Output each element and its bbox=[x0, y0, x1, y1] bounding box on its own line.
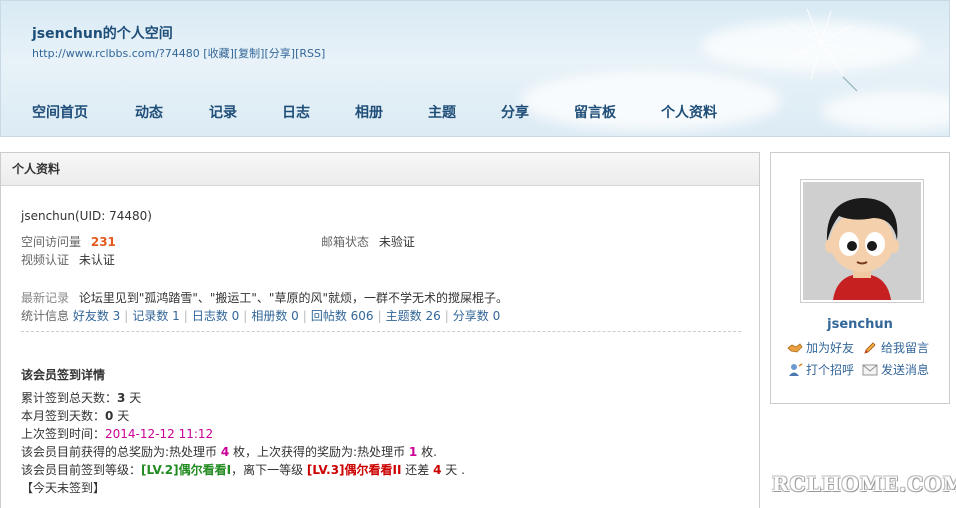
checkin-last-time: 2014-12-12 11:12 bbox=[105, 427, 214, 441]
stat-blogs[interactable]: 日志数 0 bbox=[192, 309, 239, 323]
share-link[interactable]: [分享] bbox=[264, 47, 295, 60]
stat-albums[interactable]: 相册数 0 bbox=[251, 309, 298, 323]
username: jsenchun bbox=[21, 209, 75, 223]
space-url-link[interactable]: http://www.rclbbs.com/?74480 bbox=[32, 47, 200, 60]
stats-label: 统计信息 bbox=[21, 309, 70, 323]
email-status-value: 未验证 bbox=[378, 235, 415, 249]
nav-profile[interactable]: 个人资料 bbox=[661, 102, 717, 122]
favorite-link[interactable]: [收藏] bbox=[203, 47, 234, 60]
profile-panel: 个人资料 jsenchun(UID: 74480) 空间访问量 231 邮箱状态… bbox=[0, 152, 760, 508]
watermark: RCLHOME.COM bbox=[772, 472, 956, 496]
email-status-row: 邮箱状态 未验证 bbox=[321, 233, 415, 250]
space-header-banner: jsenchun的个人空间 http://www.rclbbs.com/?744… bbox=[0, 0, 950, 137]
nav-guestbook[interactable]: 留言板 bbox=[574, 102, 616, 122]
checkin-heading: 该会员签到详情 bbox=[21, 368, 106, 382]
nav-album[interactable]: 相册 bbox=[355, 102, 383, 122]
visits-label: 空间访问量 bbox=[21, 235, 82, 249]
space-title[interactable]: jsenchun的个人空间 bbox=[32, 23, 173, 43]
say-hello-link[interactable]: 打个招呼 bbox=[787, 361, 854, 378]
nav-records[interactable]: 记录 bbox=[209, 102, 237, 122]
checkin-today-status: 【今天未签到】 bbox=[21, 481, 106, 495]
stat-shares[interactable]: 分享数 0 bbox=[453, 309, 500, 323]
leave-message-link[interactable]: 给我留言 bbox=[862, 339, 929, 356]
side-username[interactable]: jsenchun bbox=[771, 317, 949, 332]
reward-last: 1 bbox=[408, 445, 418, 459]
pencil-icon bbox=[864, 341, 876, 354]
checkin-reward-row: 该会员目前获得的总奖励为:热处理币 4 枚，上次获得的奖励为:热处理币 1 枚. bbox=[21, 445, 437, 459]
latest-record-text: 论坛里见到"孤鸿踏雪"、"搬运工"、"草原的风"就烦，一群不学无术的搅屎棍子。 bbox=[78, 291, 508, 305]
send-message-link[interactable]: 发送消息 bbox=[862, 361, 929, 378]
stat-friends[interactable]: 好友数 3 bbox=[73, 309, 120, 323]
checkin-total-row: 累计签到总天数：3 天 bbox=[21, 391, 142, 405]
add-friend-link[interactable]: 加为好友 bbox=[787, 339, 854, 356]
video-auth-value: 未认证 bbox=[78, 253, 115, 267]
stat-threads[interactable]: 主题数 26 bbox=[386, 309, 441, 323]
nav-threads[interactable]: 主题 bbox=[428, 102, 456, 122]
stat-replies[interactable]: 回帖数 606 bbox=[311, 309, 374, 323]
envelope-icon bbox=[862, 364, 878, 375]
user-wave-icon bbox=[789, 362, 803, 376]
handshake-icon bbox=[787, 342, 803, 352]
nav-feed[interactable]: 动态 bbox=[135, 102, 163, 122]
user-identity: jsenchun(UID: 74480) bbox=[21, 209, 152, 223]
checkin-level-row: 该会员目前签到等级：[LV.2]偶尔看看I，离下一等级 [LV.3]偶尔看看II… bbox=[21, 463, 465, 477]
reward-total: 4 bbox=[220, 445, 230, 459]
latest-record-label: 最新记录 bbox=[21, 291, 70, 305]
user-card: jsenchun 加为好友 给我留言 打个招呼 发送消息 bbox=[770, 152, 950, 404]
avatar[interactable] bbox=[800, 179, 924, 303]
rss-link[interactable]: [RSS] bbox=[295, 47, 325, 60]
copy-link[interactable]: [复制] bbox=[234, 47, 265, 60]
stats-row: 统计信息 好友数 3 | 记录数 1 | 日志数 0 | 相册数 0 | 回帖数 606 | 主题数… bbox=[21, 309, 501, 323]
checkin-last-row: 上次签到时间：2014-12-12 11:12 bbox=[21, 427, 214, 441]
space-links: http://www.rclbbs.com/?74480 [收藏][复制][分享… bbox=[32, 45, 325, 61]
visits-count: 231 bbox=[90, 235, 116, 249]
nav-home[interactable]: 空间首页 bbox=[32, 102, 88, 122]
latest-record-row: 最新记录 论坛里见到"孤鸿踏雪"、"搬运工"、"草原的风"就烦，一群不学无术的搅… bbox=[21, 289, 508, 306]
nav-share[interactable]: 分享 bbox=[501, 102, 529, 122]
nav-blog[interactable]: 日志 bbox=[282, 102, 310, 122]
panel-title: 个人资料 bbox=[1, 153, 759, 186]
dandelion-decoration bbox=[786, 8, 858, 92]
level-next: [LV.3]偶尔看看II bbox=[306, 463, 402, 477]
visits-row: 空间访问量 231 bbox=[21, 233, 116, 250]
divider bbox=[21, 331, 741, 332]
email-status-label: 邮箱状态 bbox=[321, 235, 370, 249]
video-auth-row: 视频认证 未认证 bbox=[21, 251, 115, 268]
level-current: [LV.2]偶尔看看I bbox=[141, 463, 232, 477]
stat-records[interactable]: 记录数 1 bbox=[132, 309, 179, 323]
avatar-cartoon-image bbox=[803, 182, 921, 300]
user-uid: (UID: 74480) bbox=[75, 209, 152, 223]
video-auth-label: 视频认证 bbox=[21, 253, 70, 267]
checkin-month-row: 本月签到天数：0 天 bbox=[21, 409, 130, 423]
